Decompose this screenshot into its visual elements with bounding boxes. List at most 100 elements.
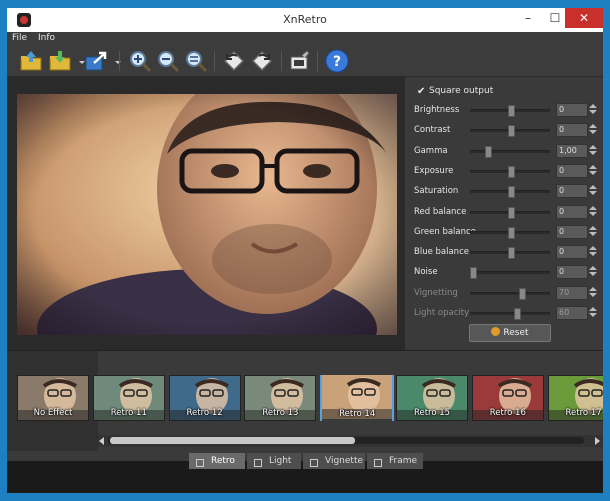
slider-row: Noise 0: [414, 265, 599, 280]
preset-thumbnail[interactable]: Retro 13: [244, 375, 317, 421]
photo-preview[interactable]: [17, 94, 397, 335]
value-field[interactable]: 0: [556, 224, 588, 239]
spin-arrows-icon[interactable]: [588, 265, 598, 277]
save-dropdown-icon[interactable]: [70, 49, 85, 73]
value-field[interactable]: 0: [556, 123, 588, 138]
value-field[interactable]: 70: [556, 285, 588, 300]
minimize-button[interactable]: –: [515, 8, 541, 28]
preset-thumbnail[interactable]: Retro 15: [396, 375, 468, 421]
preset-thumbnail[interactable]: Retro 12: [168, 375, 241, 421]
slider-track[interactable]: [470, 312, 550, 315]
tab-light[interactable]: Light: [247, 453, 301, 469]
slider-label: Saturation: [414, 186, 459, 197]
export-dropdown-icon[interactable]: [106, 49, 121, 73]
preset-label: Retro 15: [413, 408, 451, 418]
slider-track[interactable]: [470, 291, 550, 295]
rotate-right-icon[interactable]: [250, 49, 274, 73]
adjustments-panel: ✔ Square output Brightness 0 Contrast 0 Gamm…: [405, 77, 603, 350]
spin-arrows-icon[interactable]: [588, 123, 598, 135]
value-field[interactable]: 1,00: [556, 143, 588, 158]
open-icon[interactable]: [19, 49, 43, 73]
scroll-thumb[interactable]: [110, 437, 355, 444]
value-field[interactable]: 0: [556, 163, 588, 178]
value-field[interactable]: 0: [556, 184, 588, 199]
slider-row: Vignetting 70: [414, 285, 599, 300]
preset-thumbnail[interactable]: Retro 11: [92, 375, 165, 421]
slider-row: Exposure 0: [414, 163, 599, 178]
help-icon[interactable]: ?: [325, 49, 349, 73]
client-area: File Info ? ✔ Square output Brightness 0…: [7, 32, 603, 493]
preview-area: [7, 77, 405, 350]
zoom-fit-icon[interactable]: [184, 49, 208, 73]
slider-label: Red balance: [414, 206, 467, 217]
preset-thumbnail[interactable]: Retro 17: [547, 375, 603, 421]
zoom-out-icon[interactable]: [156, 49, 180, 73]
preset-label: Retro 14: [339, 409, 376, 419]
scroll-left-icon[interactable]: [99, 437, 104, 445]
slider-track[interactable]: [470, 149, 550, 153]
slider-label: Vignetting: [414, 287, 458, 298]
slider-thumb[interactable]: [508, 165, 515, 178]
tab-vignette[interactable]: Vignette: [303, 453, 365, 469]
spin-arrows-icon[interactable]: [588, 286, 598, 298]
slider-label: Light opacity: [414, 308, 470, 318]
menu-info[interactable]: Info: [38, 33, 55, 43]
crop-icon[interactable]: [288, 49, 312, 73]
close-button[interactable]: ✕: [565, 8, 603, 28]
export-icon[interactable]: [84, 49, 108, 73]
value-field[interactable]: 60: [556, 306, 588, 320]
app-window: XnRetro – ☐ ✕ File Info ? ✔ Square outpu…: [0, 0, 610, 501]
preset-thumbnail[interactable]: Retro 16: [471, 375, 544, 421]
slider-thumb[interactable]: [470, 267, 477, 280]
tab-frame[interactable]: Frame: [367, 453, 423, 469]
preset-thumbnail[interactable]: Retro 14: [320, 375, 395, 421]
slider-thumb[interactable]: [514, 308, 522, 320]
slider-track[interactable]: [470, 271, 550, 275]
slider-thumb[interactable]: [508, 247, 515, 260]
spin-arrows-icon[interactable]: [588, 103, 598, 115]
slider-row: Contrast 0: [414, 123, 599, 138]
save-icon[interactable]: [48, 49, 72, 73]
tab-label: Vignette: [325, 456, 364, 466]
slider-label: Green balance: [414, 226, 476, 237]
slider-thumb[interactable]: [485, 145, 493, 158]
slider-thumb[interactable]: [508, 105, 515, 117]
spin-arrows-icon[interactable]: [588, 205, 598, 217]
slider-row: Saturation 0: [414, 184, 599, 199]
value-field[interactable]: 0: [556, 245, 588, 260]
spin-arrows-icon[interactable]: [588, 245, 598, 257]
spin-arrows-icon[interactable]: [588, 164, 598, 176]
slider-thumb[interactable]: [508, 206, 515, 219]
spin-arrows-icon[interactable]: [588, 144, 598, 156]
tab-retro[interactable]: Retro: [189, 453, 245, 469]
spin-arrows-icon[interactable]: [588, 306, 598, 318]
value-text: 0: [559, 267, 565, 277]
rotate-left-icon[interactable]: [222, 49, 246, 73]
slider-thumb[interactable]: [508, 226, 515, 239]
zoom-in-icon[interactable]: [128, 49, 152, 73]
value-field[interactable]: 0: [556, 204, 588, 219]
value-field[interactable]: 0: [556, 265, 588, 280]
value-text: 1,00: [559, 145, 577, 155]
slider-row: Green balance 0: [414, 224, 599, 239]
menu-file[interactable]: File: [12, 33, 27, 43]
reset-button[interactable]: Reset: [469, 324, 551, 342]
square-output-checkbox[interactable]: ✔: [417, 86, 427, 97]
slider-thumb[interactable]: [508, 186, 515, 199]
slider-thumb[interactable]: [508, 125, 515, 138]
horizontal-scrollbar[interactable]: [98, 435, 603, 447]
preset-label: Retro 13: [262, 408, 299, 418]
preset-thumbnails: No Effect Retro 11 Retro 12 Retro 13 Retro 1…: [7, 375, 603, 421]
value-field[interactable]: 0: [556, 103, 588, 117]
spin-arrows-icon[interactable]: [588, 184, 598, 196]
slider-thumb[interactable]: [519, 287, 527, 300]
magic-wand-icon: [196, 457, 204, 467]
value-text: 0: [559, 206, 565, 216]
slider-row: Brightness 0: [414, 103, 599, 117]
spin-arrows-icon[interactable]: [588, 225, 598, 237]
title-bar: XnRetro – ☐ ✕: [7, 8, 603, 32]
scroll-right-icon[interactable]: [595, 437, 600, 445]
preset-thumbnail[interactable]: No Effect: [17, 375, 89, 421]
slider-label: Contrast: [414, 125, 451, 136]
tab-label: Light: [269, 456, 292, 466]
